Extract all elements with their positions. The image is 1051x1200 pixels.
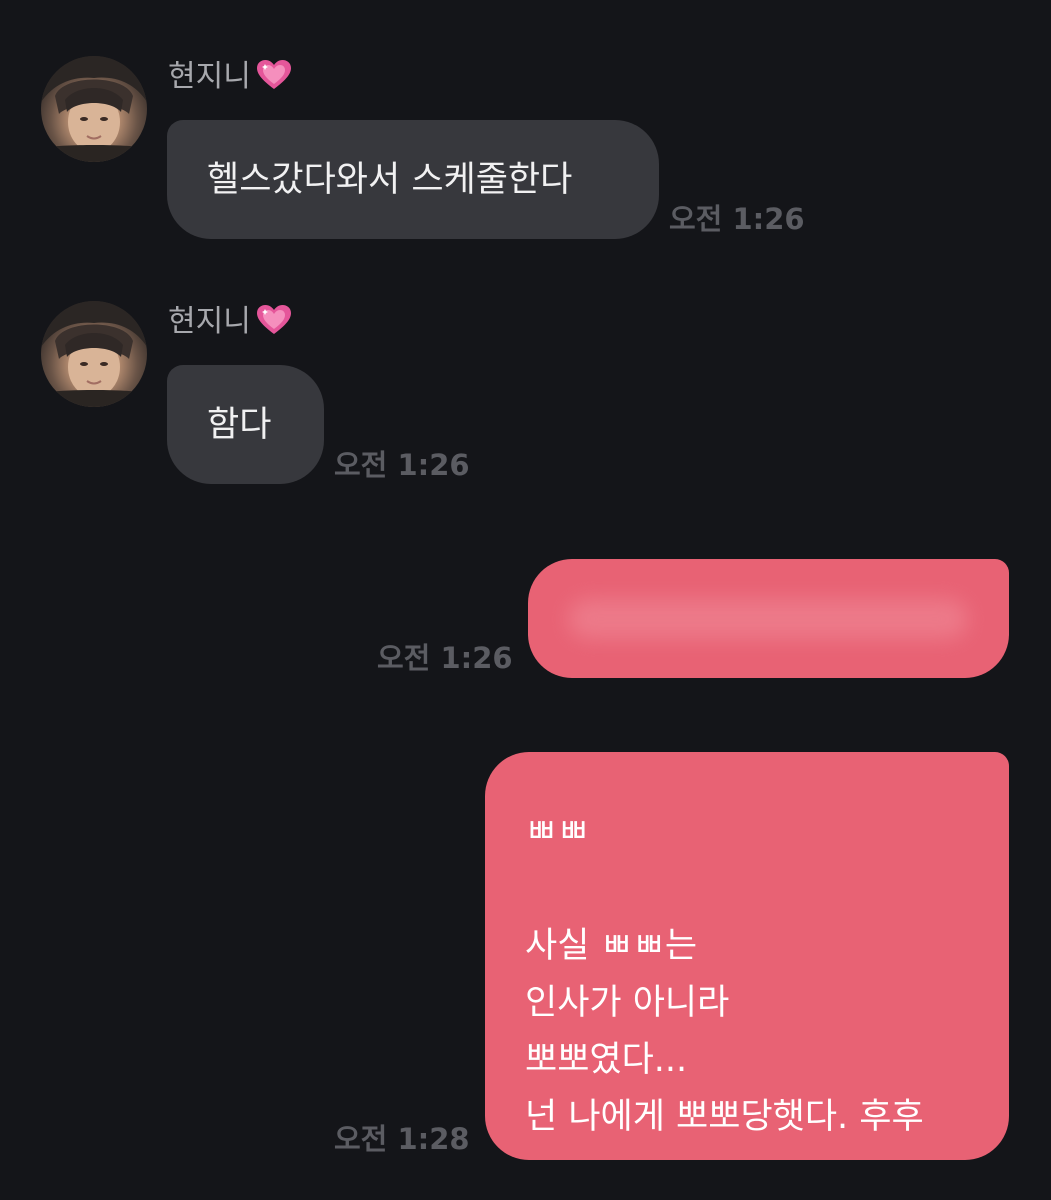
incoming-message-bubble[interactable]: 헬스갔다와서 스케줄한다 <box>167 120 659 239</box>
outgoing-message-bubble[interactable]: ㅃㅃ 사실 ㅃㅃ는 인사가 아니라 뽀뽀였다... 넌 나에게 뽀뽀당햇다. 후… <box>485 752 1009 1160</box>
outgoing-message-bubble[interactable] <box>528 559 1009 678</box>
avatar-photo <box>41 56 147 162</box>
sparkling-heart-icon <box>256 60 291 89</box>
sender-name: 현지니 <box>168 303 293 340</box>
message-text: 함다 <box>207 404 272 445</box>
message-text: 헬스갔다와서 스케줄한다 <box>207 159 573 200</box>
message-timestamp: 오전 1:26 <box>377 641 513 675</box>
avatar-photo <box>41 301 147 407</box>
message-timestamp: 오전 1:26 <box>669 202 805 236</box>
redacted-message-text <box>568 599 968 639</box>
sender-avatar[interactable] <box>41 301 147 407</box>
message-timestamp: 오전 1:28 <box>334 1122 470 1156</box>
incoming-message-bubble[interactable]: 함다 <box>167 365 324 484</box>
chat-thread: 현지니 헬스갔다와서 스케줄한다 오전 1:26 현지니 함다 오전 1:26 … <box>0 0 1051 1200</box>
sender-name: 현지니 <box>168 58 293 95</box>
sender-avatar[interactable] <box>41 56 147 162</box>
message-timestamp: 오전 1:26 <box>334 448 470 482</box>
sparkling-heart-icon <box>256 305 291 334</box>
message-text: ㅃㅃ 사실 ㅃㅃ는 인사가 아니라 뽀뽀였다... 넌 나에게 뽀뽀당햇다. 후… <box>525 812 924 1137</box>
